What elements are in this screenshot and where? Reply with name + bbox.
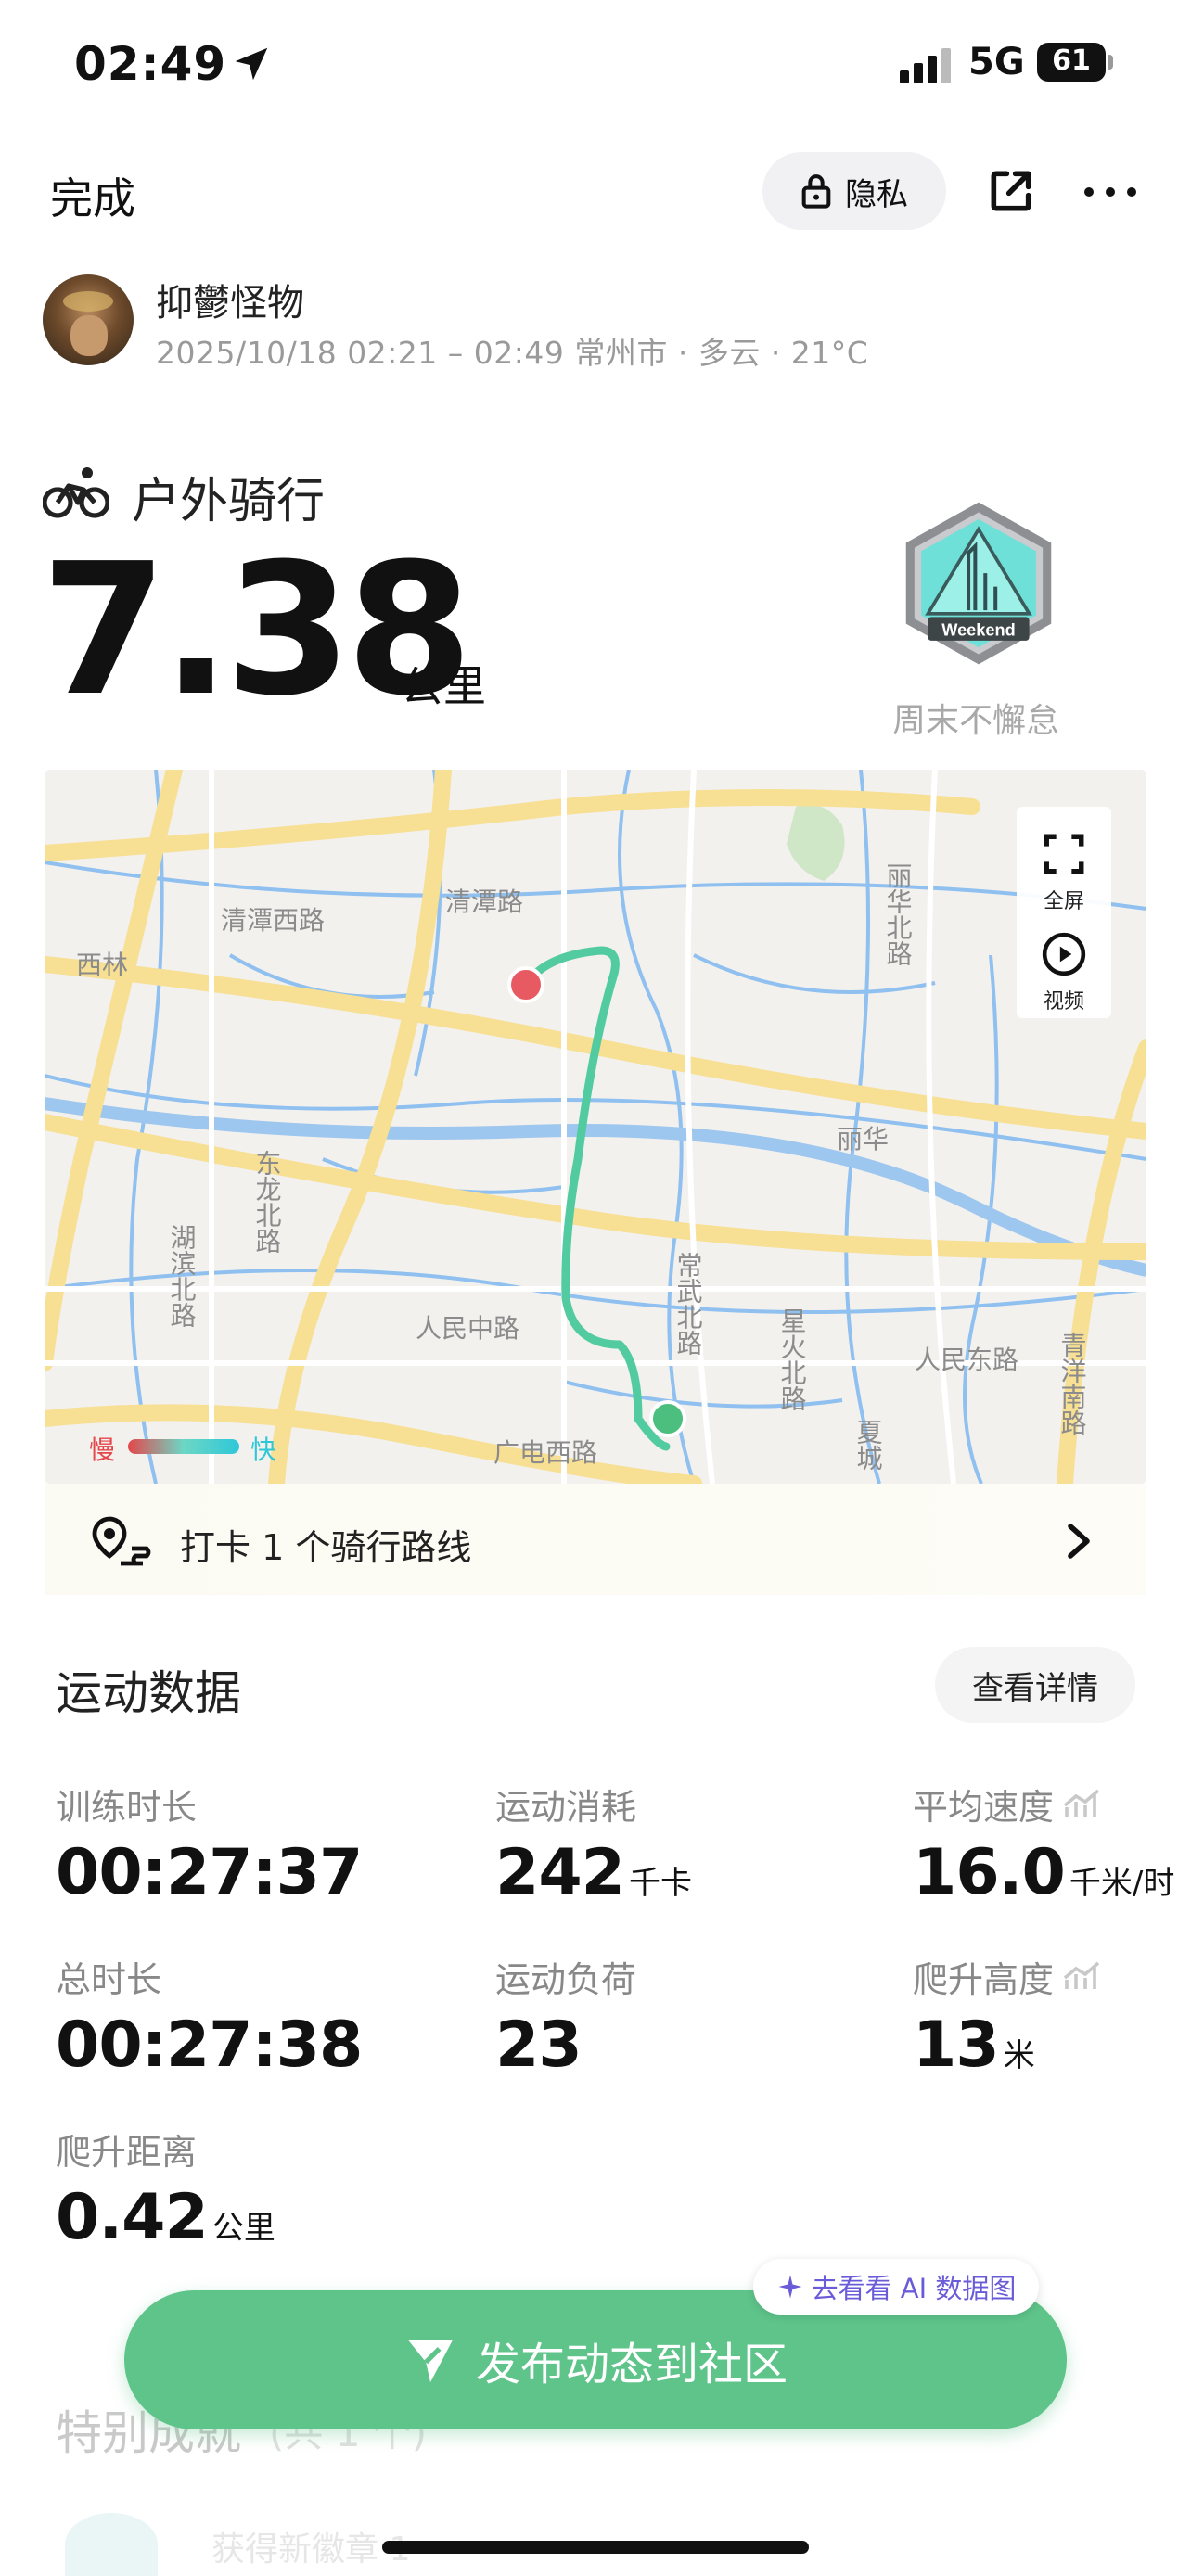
stat-label-climb-distance: 爬升距离: [56, 2132, 198, 2173]
map-canvas: 清潭西路 清潭路 西林 丽华 人民中路 人民东路 广电西路 丽华北路 东龙北路 …: [45, 770, 1146, 1484]
network-type: 5G: [968, 41, 1025, 83]
speed-legend-fast: 快: [250, 1435, 277, 1465]
trend-chart-icon[interactable]: [1063, 1961, 1100, 1993]
stat-avg-speed: 16.0 千米/时: [913, 1842, 1174, 1905]
fullscreen-label[interactable]: 全屏: [1017, 885, 1111, 914]
stat-value: 00:27:38: [56, 2009, 363, 2082]
route-end-marker: [649, 1400, 686, 1437]
more-icon[interactable]: [1082, 178, 1139, 206]
stat-label-avg-speed: 平均速度: [913, 1787, 1055, 1828]
map-label: 清潭路: [445, 886, 523, 917]
fullscreen-icon[interactable]: [1041, 831, 1087, 877]
ai-data-chart-button[interactable]: 去看看 AI 数据图: [753, 2259, 1039, 2315]
privacy-label: 隐私: [845, 175, 908, 213]
stat-elevation-gain: 13 米: [913, 2014, 1035, 2077]
view-details-button[interactable]: 查看详情: [935, 1647, 1135, 1723]
video-label[interactable]: 视频: [1017, 985, 1111, 1014]
publish-button-label: 发布动态到社区: [475, 2339, 788, 2391]
sparkle-icon: [778, 2275, 802, 2299]
stat-unit: 公里: [211, 2210, 275, 2247]
home-indicator: [382, 2541, 809, 2554]
map-label: 东龙北路: [252, 1150, 283, 1254]
map-label: 广电西路: [493, 1437, 597, 1468]
map-label: 夏城: [853, 1419, 884, 1471]
map-label: 丽华北路: [883, 862, 914, 966]
location-arrow-icon: [235, 47, 268, 81]
avatar[interactable]: [43, 274, 134, 365]
stat-value: 13: [913, 2009, 1000, 2082]
stat-label-training-time: 训练时长: [56, 1787, 198, 1828]
username[interactable]: 抑鬱怪物: [156, 273, 304, 326]
speed-legend-slow: 慢: [89, 1435, 116, 1465]
chevron-right-icon: [1068, 1524, 1090, 1559]
map-label: 人民东路: [915, 1345, 1018, 1375]
stat-unit: 千卡: [629, 1865, 693, 1902]
map-label: 星火北路: [777, 1307, 808, 1411]
ai-data-chart-label: 去看看 AI 数据图: [811, 2273, 1017, 2304]
done-button[interactable]: 完成: [50, 165, 135, 226]
stat-value: 0.42: [56, 2181, 209, 2254]
battery-icon: 61: [1037, 43, 1113, 82]
share-icon[interactable]: [985, 165, 1037, 217]
speed-legend-bar: [128, 1439, 239, 1454]
map-label: 人民中路: [416, 1313, 519, 1344]
map-label: 丽华: [837, 1124, 889, 1154]
stat-unit: 千米/时: [1069, 1865, 1175, 1902]
stats-section-title: 运动数据: [56, 1666, 241, 1720]
route-start-marker: [507, 966, 544, 1003]
map-label: 清潭西路: [221, 905, 325, 936]
route-map[interactable]: 清潭西路 清潭路 西林 丽华 人民中路 人民东路 广电西路 丽华北路 东龙北路 …: [45, 770, 1146, 1484]
badge-text: Weekend: [941, 620, 1016, 639]
badge-label: 周末不懈怠: [892, 702, 1060, 740]
stat-value: 23: [495, 2009, 583, 2082]
trend-chart-icon[interactable]: [1063, 1789, 1100, 1820]
stat-climb-distance: 0.42 公里: [56, 2187, 275, 2250]
play-video-icon[interactable]: [1041, 931, 1087, 977]
route-pin-icon: [92, 1516, 151, 1566]
distance-unit: 公里: [401, 661, 486, 711]
stat-training-time: 00:27:37: [56, 1842, 363, 1905]
achievement-subtitle: 获得新徽章 1: [211, 2531, 411, 2569]
weekend-badge-icon[interactable]: Weekend: [894, 499, 1063, 668]
send-icon: [407, 2340, 454, 2383]
stat-training-load: 23: [495, 2014, 583, 2077]
signal-icon: [900, 48, 951, 83]
stat-unit: 米: [1003, 2037, 1035, 2074]
lock-icon: [801, 174, 831, 209]
stat-label-training-load: 运动负荷: [495, 1959, 637, 2000]
privacy-button[interactable]: 隐私: [762, 152, 946, 230]
map-label: 常武北路: [673, 1252, 704, 1356]
stat-value: 16.0: [913, 1836, 1066, 1909]
map-label: 湖滨北路: [167, 1224, 198, 1328]
stat-value: 00:27:37: [56, 1836, 363, 1909]
map-controls: 全屏 视频: [1017, 807, 1111, 1018]
battery-level: 61: [1052, 45, 1091, 77]
stat-label-elevation-row: 爬升高度: [913, 1951, 1100, 2002]
stat-total-time: 00:27:38: [56, 2014, 363, 2077]
stat-label-total-time: 总时长: [56, 1959, 162, 2000]
activity-meta: 2025/10/18 02:21 – 02:49 常州市 · 多云 · 21°C: [156, 335, 869, 371]
stat-label-elevation-gain: 爬升高度: [913, 1959, 1055, 2000]
map-label: 青洋南路: [1057, 1332, 1088, 1435]
stat-calories: 242 千卡: [495, 1842, 692, 1905]
map-label: 西林: [76, 950, 128, 980]
stat-label-calories: 运动消耗: [495, 1787, 637, 1828]
stat-value: 242: [495, 1836, 625, 1909]
activity-type: 户外骑行: [132, 474, 326, 529]
bicycle-icon: [43, 467, 109, 518]
stat-label-avg-speed-row: 平均速度: [913, 1779, 1100, 1830]
route-checkin-text: 打卡 1 个骑行路线: [180, 1527, 472, 1568]
status-time: 02:49: [74, 37, 227, 91]
achievement-badge-icon: [65, 2513, 158, 2576]
